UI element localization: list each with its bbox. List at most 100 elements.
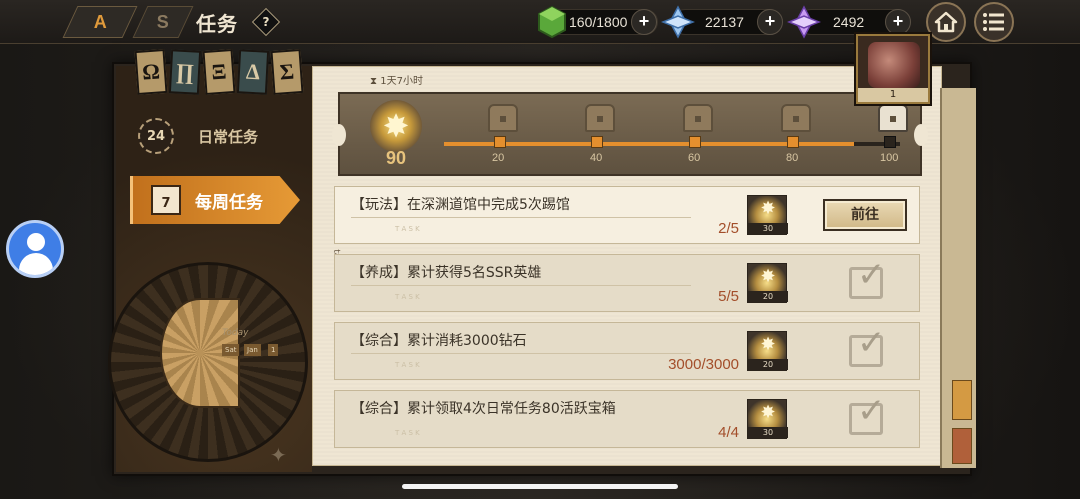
floating-assistant-button[interactable] [6, 220, 64, 278]
milestone-marker [787, 136, 799, 148]
activity-star-icon: ✸ [760, 198, 776, 219]
home-icon [934, 11, 958, 33]
stamp-letter: Ω [134, 49, 168, 95]
today-date: 1 [268, 344, 279, 356]
task-divider [351, 217, 691, 218]
task-progress: 3000/3000 [668, 356, 739, 373]
tab-daily-tasks[interactable]: 24 日常任务 [138, 114, 298, 158]
stamp-title-decoration: Ω ∏ Ξ Δ Σ [134, 49, 304, 98]
activity-points: ✸ 90 [360, 100, 432, 170]
task-row: T A S K 【综合】累计消耗3000钻石 3000/3000 ✸ 20 ✓ [334, 322, 920, 380]
menu-icon [983, 13, 1004, 31]
task-row: T A S K 【养成】累计获得5名SSR英雄 5/5 ✸ 20 ✓ [334, 254, 920, 312]
stamina-plus-button[interactable]: + [631, 9, 657, 35]
home-button[interactable] [926, 2, 966, 42]
activity-star-icon: ✸ [760, 266, 776, 287]
milestone-marker [884, 136, 896, 148]
blue-crystal-resource: 22137 + [661, 5, 783, 39]
task-row: T A S K 【玩法】在深渊道馆中完成5次踢馆 2/5 ✸ 30 前往 [334, 186, 920, 244]
purple-crystal-value: 2492 [833, 14, 865, 30]
reward-chest-80[interactable] [781, 104, 811, 132]
checkmark-icon: ✓ [857, 391, 886, 431]
stamina-resource: 160/1800 + [538, 5, 658, 39]
event-item-slot[interactable]: 1 [856, 34, 930, 104]
task-divider [351, 285, 691, 286]
stamina-value: 160/1800 [569, 14, 628, 30]
page-title: 任务 [196, 12, 238, 36]
task-row: T A S K 【综合】累计领取4次日常任务80活跃宝箱 4/4 ✸ 30 ✓ [334, 390, 920, 448]
reward-chest-40[interactable] [585, 104, 615, 132]
milestone-label: 80 [786, 152, 799, 164]
blue-crystal-plus-button[interactable]: + [757, 9, 783, 35]
reward-amount: 20 [748, 291, 788, 302]
menu-button[interactable] [974, 2, 1014, 42]
stamp-letter: Σ [270, 49, 304, 95]
home-indicator[interactable] [402, 484, 678, 489]
milestone-label: 40 [590, 152, 603, 164]
today-label: Today [222, 328, 249, 338]
reset-timer-text: 1天7小时 [380, 76, 423, 87]
stamina-cube-icon [538, 5, 566, 39]
reward-chest-60[interactable] [683, 104, 713, 132]
back-button-text: S [156, 11, 169, 32]
task-reward: ✸ 20 [747, 331, 788, 371]
item-portrait-icon [868, 42, 920, 88]
purple-crystal-icon [787, 5, 821, 39]
side-tab-decoration [952, 428, 972, 464]
stamp-letter: ∏ [168, 49, 202, 95]
task-progress: 4/4 [718, 424, 739, 441]
milestone-marker [689, 136, 701, 148]
task-description: 【养成】累计获得5名SSR英雄 [351, 265, 542, 281]
tab-weekly-label: 每周任务 [195, 192, 263, 213]
item-count: 1 [858, 88, 928, 102]
blue-crystal-value: 22137 [705, 14, 744, 30]
checkmark-icon: ✓ [857, 255, 886, 295]
stamp-letter: Ξ [202, 49, 236, 95]
reward-amount: 30 [748, 223, 788, 234]
go-button[interactable]: 前往 [823, 199, 907, 231]
hourglass-icon: ⧗ [370, 76, 378, 87]
task-description: 【玩法】在深渊道馆中完成5次踢馆 [351, 197, 570, 213]
compass-icon: ✦ [270, 443, 287, 467]
milestone-label: 60 [688, 152, 701, 164]
milestone-marker [591, 136, 603, 148]
reset-timer: ⧗ 1天7小时 [370, 72, 423, 87]
reward-chest-100[interactable] [878, 104, 908, 132]
reward-chest-20[interactable] [488, 104, 518, 132]
daily-24h-badge: 24 [138, 118, 174, 154]
today-month: Jan [244, 344, 261, 356]
reward-amount: 30 [748, 427, 788, 438]
today-day: Sat [222, 344, 240, 356]
user-avatar-body [19, 253, 53, 275]
help-icon: ? [262, 15, 270, 29]
blue-crystal-icon [661, 5, 695, 39]
checkmark-icon: ✓ [857, 323, 886, 363]
task-reward: ✸ 30 [747, 195, 788, 235]
tab-daily-label: 日常任务 [198, 127, 259, 146]
tab-weekly-tasks[interactable]: 7 每周任务 [130, 176, 300, 224]
user-avatar-icon [27, 233, 45, 251]
stamp-letter: Δ [236, 49, 270, 95]
activity-star-icon: ✸ [760, 402, 776, 423]
purple-crystal-plus-button[interactable]: + [885, 9, 911, 35]
side-tab-decoration [952, 380, 972, 420]
task-reward: ✸ 20 [747, 263, 788, 303]
reward-amount: 20 [748, 359, 788, 370]
activity-star-icon: ✸ [370, 100, 422, 152]
task-progress: 5/5 [718, 288, 739, 305]
task-watermark: T A S K [395, 225, 420, 233]
logo-text: A [94, 11, 106, 32]
task-divider [351, 353, 691, 354]
task-progress: 2/5 [718, 220, 739, 237]
activity-progress-track [444, 142, 900, 146]
calendar-icon: 7 [151, 185, 181, 215]
activity-star-icon: ✸ [760, 334, 776, 355]
activity-value: 90 [385, 148, 407, 168]
milestone-label: 100 [880, 152, 899, 164]
milestone-marker [494, 136, 506, 148]
task-description: 【综合】累计领取4次日常任务80活跃宝箱 [351, 401, 616, 417]
task-description: 【综合】累计消耗3000钻石 [351, 333, 527, 349]
task-watermark: T A S K [395, 293, 420, 301]
purple-crystal-resource: 2492 + [787, 5, 911, 39]
task-reward: ✸ 30 [747, 399, 788, 439]
